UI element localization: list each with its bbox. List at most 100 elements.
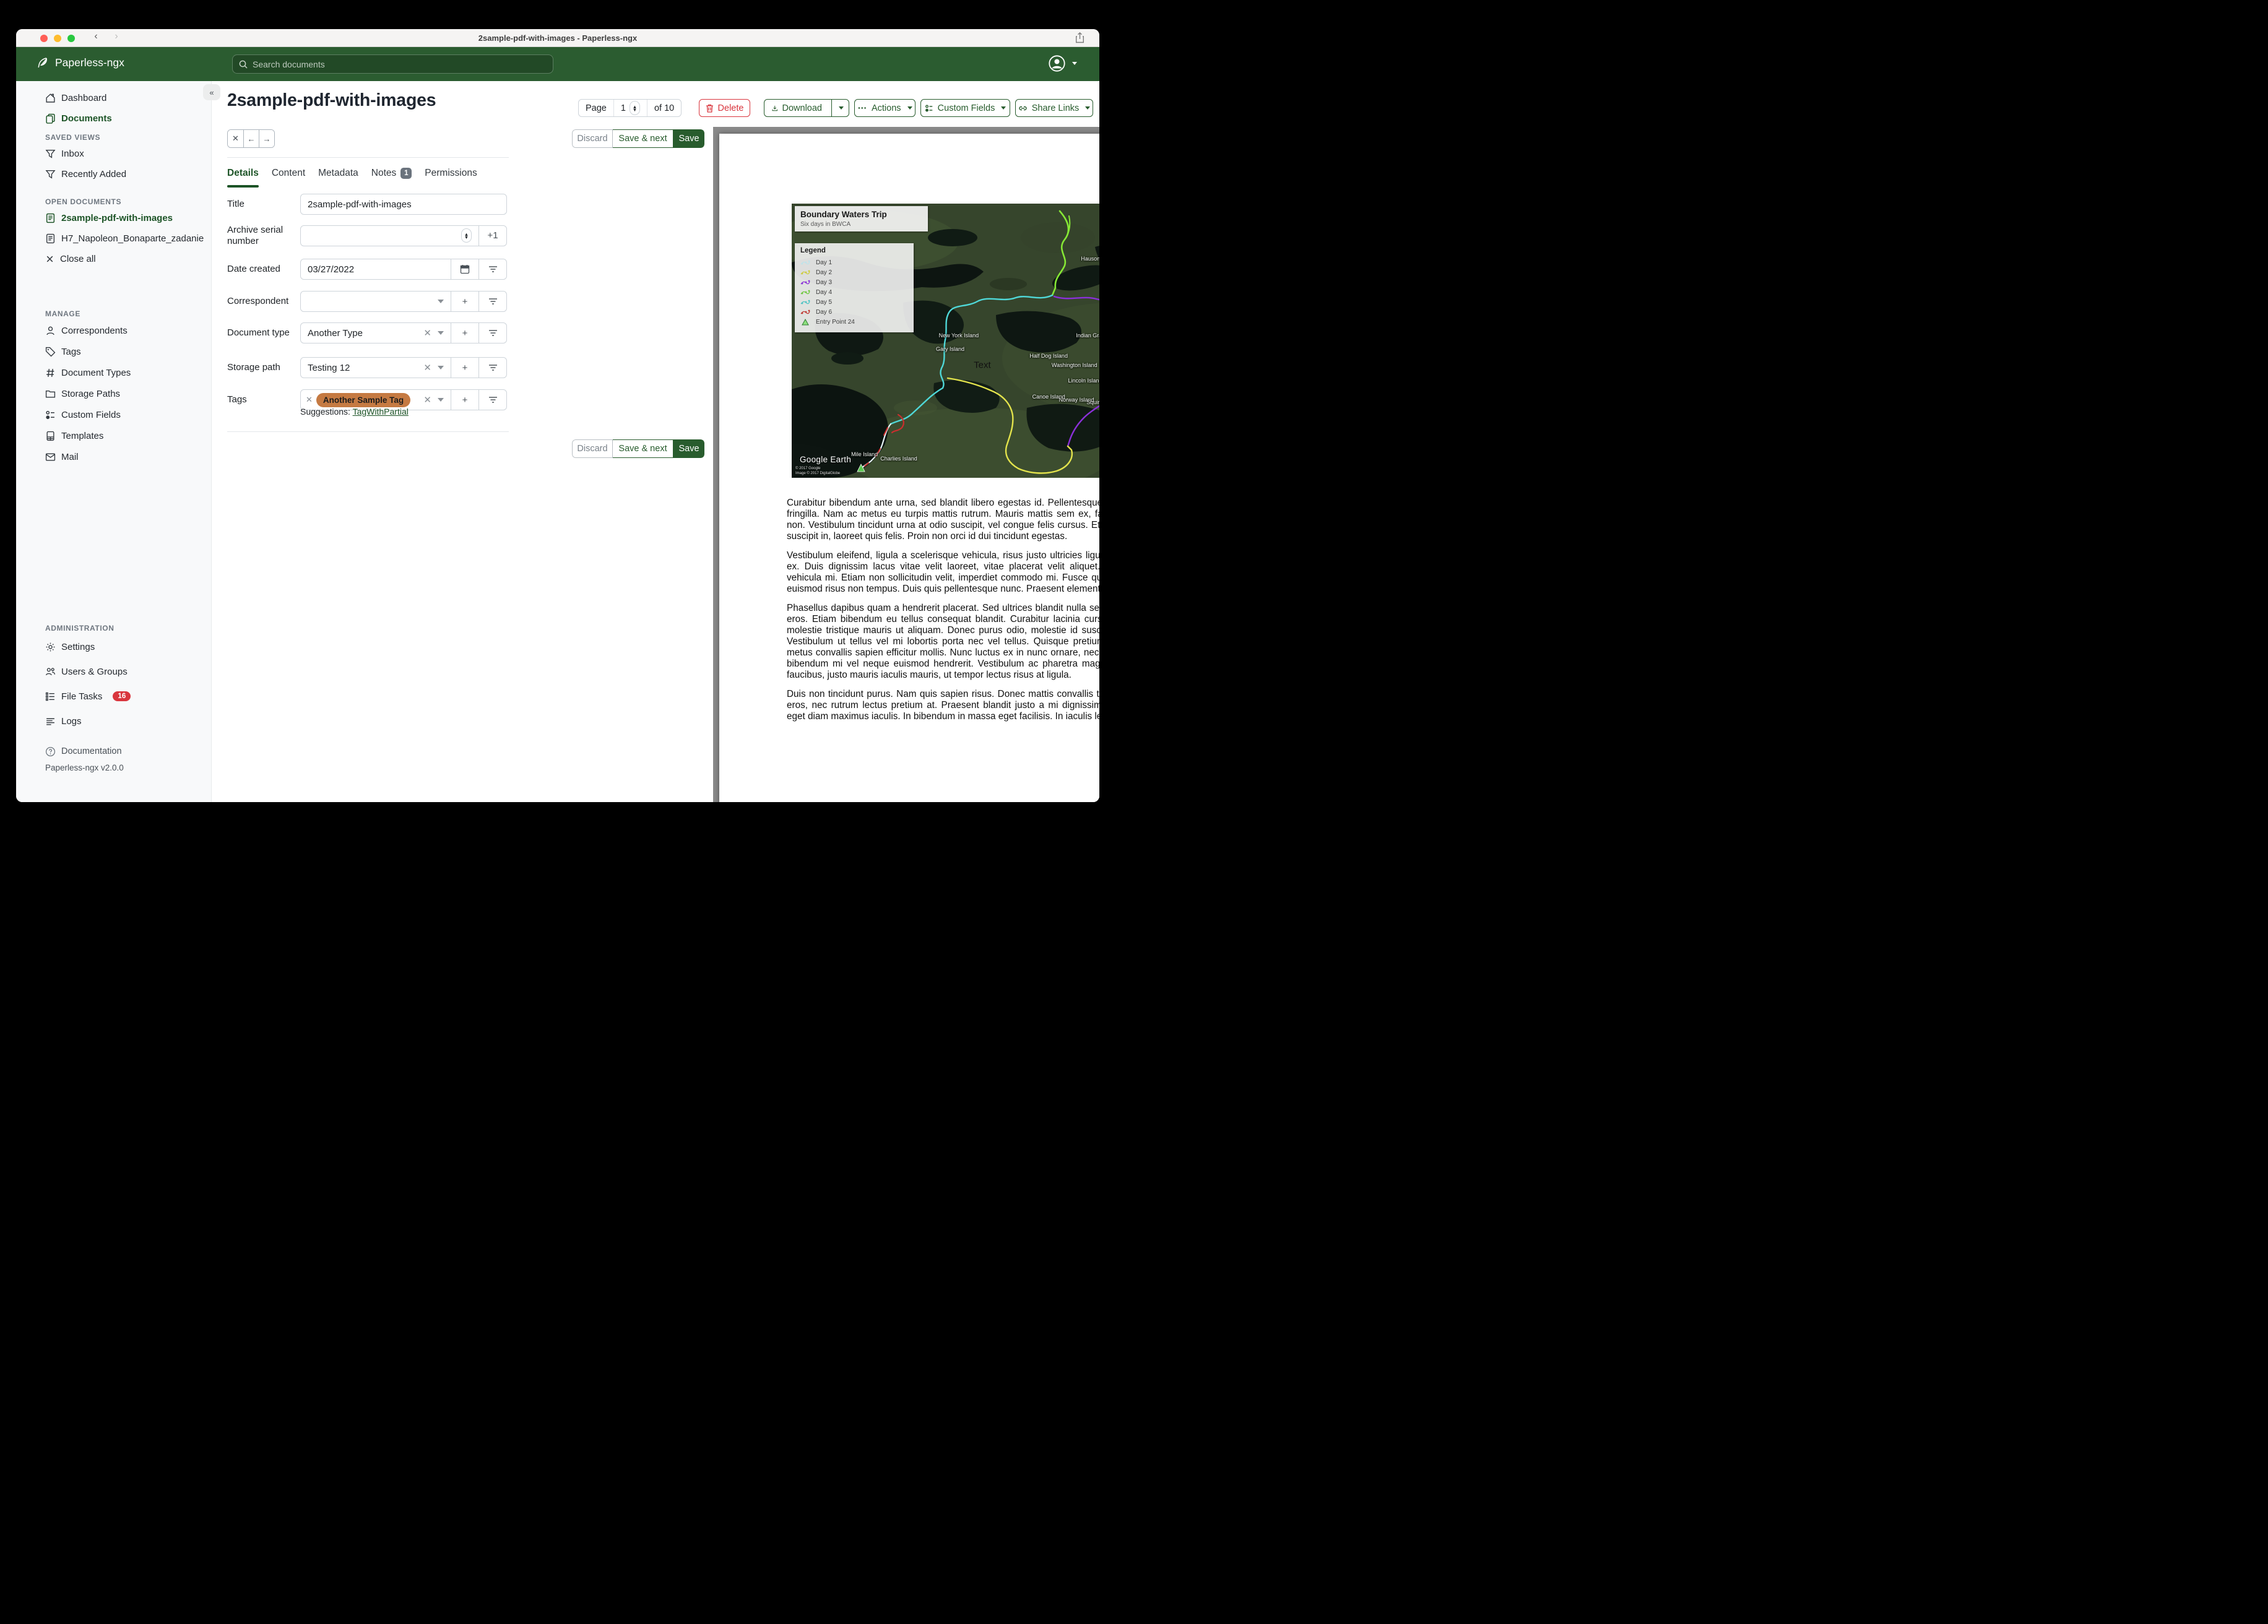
asn-input[interactable]: ▲ ▼	[301, 226, 478, 246]
close-document-button[interactable]: ✕	[228, 130, 243, 147]
sidebar-item-tags[interactable]: Tags	[16, 341, 211, 362]
app-version: Paperless-ngx v2.0.0	[45, 763, 124, 772]
page-stepper[interactable]: ▲ ▼	[629, 101, 640, 115]
storage-path-select[interactable]: Testing 12 ✕	[301, 358, 451, 378]
sidebar-item-storage-paths[interactable]: Storage Paths	[16, 383, 211, 404]
tags-filter-button[interactable]	[478, 390, 506, 410]
island-label: Charlies Island	[880, 455, 917, 462]
tasks-list-icon	[45, 692, 54, 701]
share-icon[interactable]	[1075, 32, 1084, 43]
user-menu[interactable]	[1049, 55, 1077, 72]
sidebar-item-documents[interactable]: Documents	[16, 108, 211, 129]
minimize-window-button[interactable]	[54, 34, 61, 42]
documentation-link[interactable]: Documentation	[16, 742, 211, 761]
previous-document-button[interactable]: ←	[243, 130, 259, 147]
storage-path-filter-button[interactable]	[478, 358, 506, 378]
sidebar-item-correspondents[interactable]: Correspondents	[16, 320, 211, 341]
remove-tag-icon[interactable]: ✕	[306, 395, 313, 405]
tab-notes[interactable]: Notes 1	[371, 168, 412, 179]
sidebar-item-mail[interactable]: Mail	[16, 446, 211, 467]
sidebar-item-users-groups[interactable]: Users & Groups	[16, 659, 211, 684]
save-next-button[interactable]: Save & next	[613, 129, 673, 148]
discard-button[interactable]: Discard	[572, 129, 613, 148]
page-number-control[interactable]: 1 ▲ ▼	[613, 100, 647, 116]
app-logo[interactable]: Paperless-ngx	[36, 56, 124, 69]
add-tag-button[interactable]: +	[451, 390, 478, 410]
sidebar-open-doc-current[interactable]: 2sample-pdf-with-images	[16, 208, 211, 228]
document-tabs: Details Content Metadata Notes 1 Permissi…	[227, 168, 477, 188]
date-filter-button[interactable]	[478, 259, 506, 279]
date-created-input[interactable]: 03/27/2022	[301, 259, 451, 279]
add-storage-path-button[interactable]: +	[451, 358, 478, 378]
save-next-button[interactable]: Save & next	[613, 439, 673, 458]
delete-button[interactable]: Delete	[699, 99, 750, 117]
island-label: Mile Island	[851, 451, 878, 458]
pdf-preview-pane[interactable]: Hausons Island New York Island Gary Isla…	[713, 127, 1099, 802]
browser-back-icon[interactable]: ‹	[90, 31, 102, 42]
add-correspondent-button[interactable]: +	[451, 292, 478, 311]
brand-name: Paperless-ngx	[55, 56, 124, 69]
actions-button[interactable]: ⋯ Actions	[854, 99, 915, 117]
next-document-button[interactable]: →	[259, 130, 274, 147]
add-document-type-button[interactable]: +	[451, 323, 478, 343]
save-group-bottom: Discard Save & next Save	[572, 439, 704, 458]
sidebar-item-logs[interactable]: Logs	[16, 709, 211, 733]
chevron-down-icon	[438, 366, 444, 369]
suggestion-link[interactable]: TagWithPartial	[353, 407, 409, 417]
correspondent-filter-button[interactable]	[478, 292, 506, 311]
clear-icon[interactable]: ✕	[423, 327, 431, 339]
sidebar-item-recently-added[interactable]: Recently Added	[16, 164, 211, 184]
page-number-value[interactable]: 1	[621, 103, 626, 113]
clear-icon[interactable]: ✕	[423, 362, 431, 373]
save-button[interactable]: Save	[673, 129, 704, 148]
download-caret[interactable]	[831, 100, 849, 116]
sidebar-item-custom-fields[interactable]: Custom Fields	[16, 404, 211, 425]
link-icon	[1019, 106, 1027, 110]
tab-permissions[interactable]: Permissions	[425, 168, 477, 179]
sidebar-open-doc-napoleon[interactable]: H7_Napoleon_Bonaparte_zadanie	[16, 228, 211, 249]
close-window-button[interactable]	[40, 34, 48, 42]
sidebar-item-close-all[interactable]: Close all	[16, 249, 211, 269]
island-label: Gary Island	[936, 345, 965, 352]
discard-button[interactable]: Discard	[572, 439, 613, 458]
search-icon	[239, 60, 248, 69]
download-split-button[interactable]: Download	[764, 99, 849, 117]
user-caret-icon	[1072, 62, 1077, 65]
sidebar-item-inbox[interactable]: Inbox	[16, 144, 211, 164]
sidebar-collapse-button[interactable]: «	[203, 84, 220, 100]
browser-forward-icon[interactable]: ›	[110, 31, 123, 42]
title-input[interactable]: 2sample-pdf-with-images	[301, 194, 506, 214]
sidebar-item-settings[interactable]: Settings	[16, 634, 211, 659]
search-input[interactable]	[253, 59, 547, 69]
save-button[interactable]: Save	[673, 439, 704, 458]
sidebar-item-dashboard[interactable]: Dashboard	[16, 88, 211, 108]
sidebar-item-templates[interactable]: Templates	[16, 425, 211, 446]
filter-icon	[488, 330, 497, 336]
tag-chip[interactable]: Another Sample Tag	[316, 392, 411, 407]
document-type-select[interactable]: Another Type ✕	[301, 323, 451, 343]
zoom-window-button[interactable]	[67, 34, 75, 42]
map-image: Hausons Island New York Island Gary Isla…	[792, 204, 1099, 478]
calendar-button[interactable]	[451, 259, 478, 279]
page-label: Page	[586, 103, 607, 113]
custom-fields-button[interactable]: Custom Fields	[920, 99, 1010, 117]
template-file-icon	[46, 431, 54, 441]
clear-icon[interactable]: ✕	[423, 394, 431, 405]
asn-stepper[interactable]: ▲ ▼	[461, 228, 472, 243]
sidebar-item-file-tasks[interactable]: File Tasks 16	[16, 684, 211, 709]
asn-plus-one-button[interactable]: +1	[478, 225, 506, 246]
envelope-icon	[45, 452, 56, 461]
filter-icon	[488, 365, 497, 371]
app-window: ‹ › 2sample-pdf-with-images - Paperless-…	[16, 29, 1099, 802]
ellipsis-icon: ⋯	[857, 103, 867, 113]
search-bar[interactable]	[232, 54, 553, 74]
sidebar-item-document-types[interactable]: Document Types	[16, 362, 211, 383]
tab-details[interactable]: Details	[227, 168, 259, 188]
tab-content[interactable]: Content	[272, 168, 305, 179]
correspondent-select[interactable]	[301, 292, 451, 311]
legend-route-icon	[800, 280, 810, 285]
tab-metadata[interactable]: Metadata	[318, 168, 358, 179]
document-type-filter-button[interactable]	[478, 323, 506, 343]
share-links-button[interactable]: Share Links	[1015, 99, 1093, 117]
hash-icon	[46, 368, 54, 377]
